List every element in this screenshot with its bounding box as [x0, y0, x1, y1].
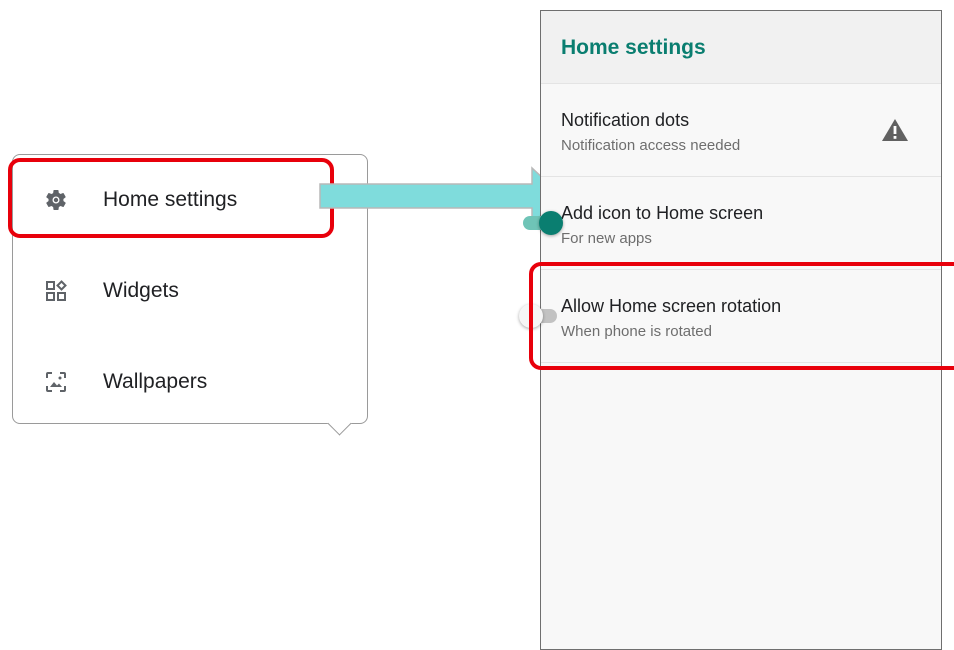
menu-item-label: Wallpapers [103, 370, 208, 393]
setting-title: Add icon to Home screen [561, 203, 764, 223]
menu-item-label: Widgets [103, 279, 179, 302]
menu-item-wallpapers[interactable]: Wallpapers [13, 342, 367, 422]
toggle-thumb [539, 211, 563, 235]
setting-add-icon-home-screen[interactable]: Add icon to Home screen For new apps [523, 177, 941, 270]
setting-title: Notification dots [561, 110, 690, 130]
menu-item-widgets[interactable]: Widgets [13, 251, 367, 331]
add-icon-toggle[interactable] [519, 210, 563, 235]
setting-notification-dots[interactable]: Notification dots Notification access ne… [541, 84, 941, 177]
highlight-home-settings [8, 158, 334, 238]
highlight-home-rotation [529, 262, 954, 370]
warning-icon [881, 118, 909, 147]
app-bar: Home settings [541, 11, 941, 84]
widgets-icon [44, 279, 68, 303]
page-title: Home settings [561, 36, 706, 59]
setting-subtitle: Notification access needed [561, 137, 741, 154]
wallpaper-icon [44, 370, 68, 394]
setting-subtitle: For new apps [561, 230, 652, 247]
